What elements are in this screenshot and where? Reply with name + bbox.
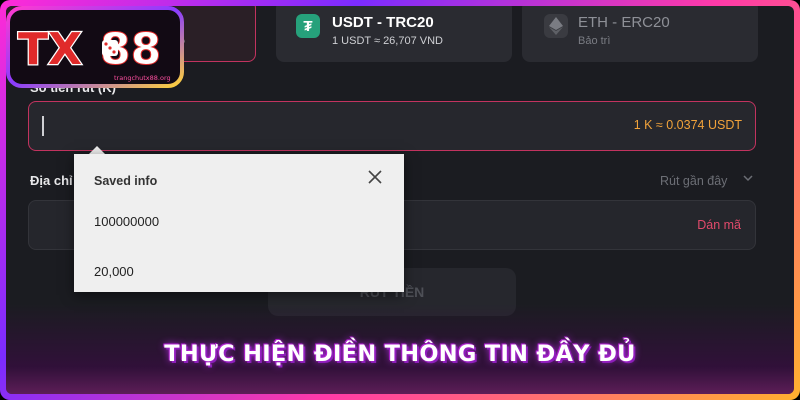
screenshot-frame: ND ₮ USDT - TRC20 1 USDT ≈ 26,707 VND ET… (0, 0, 800, 400)
amount-input[interactable]: 1 K ≈ 0.0374 USDT (28, 101, 756, 151)
currency-card-usdt[interactable]: ₮ USDT - TRC20 1 USDT ≈ 26,707 VND (276, 6, 512, 62)
currency-title: ETH - ERC20 (578, 14, 670, 31)
caption-banner: THỰC HIỆN ĐIỀN THÔNG TIN ĐẦY ĐỦ (164, 341, 636, 367)
currency-title: USDT - TRC20 (332, 14, 434, 31)
currency-card-eth: ETH - ERC20 Bảo trì (522, 6, 758, 62)
currency-rate: 1 USDT ≈ 26,707 VND (332, 35, 443, 47)
chevron-down-icon[interactable] (742, 172, 754, 187)
paste-button[interactable]: Dán mã (697, 218, 741, 232)
ethereum-icon (544, 14, 568, 38)
svg-text:trangchutx88.org: trangchutx88.org (114, 74, 171, 82)
close-icon[interactable] (364, 166, 386, 188)
tether-icon: ₮ (296, 14, 320, 38)
withdraw-screen: ND ₮ USDT - TRC20 1 USDT ≈ 26,707 VND ET… (6, 6, 794, 394)
text-caret (42, 116, 44, 136)
autofill-popup: Saved info 100000000 20,000 (74, 154, 404, 292)
autofill-option[interactable]: 20,000 (94, 264, 134, 279)
popup-title: Saved info (94, 174, 158, 188)
autofill-option[interactable]: 100000000 (94, 214, 159, 229)
currency-status: Bảo trì (578, 35, 611, 47)
conversion-text: 1 K ≈ 0.0374 USDT (633, 118, 742, 132)
address-label: Địa chỉ (30, 173, 73, 188)
svg-text:TX: TX (18, 24, 82, 75)
tx88-logo: TX 88 trangchutx88.org (6, 6, 188, 92)
recent-withdrawals-dropdown[interactable]: Rút gần đây (660, 174, 727, 188)
